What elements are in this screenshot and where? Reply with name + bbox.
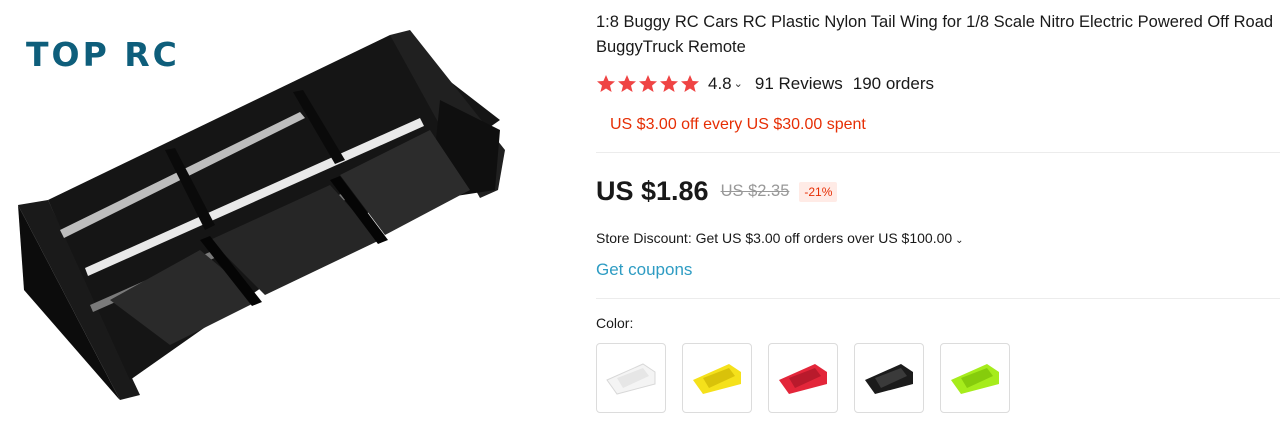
chevron-down-icon[interactable]: ⌄ [955,235,963,246]
wing-thumbnail-black [865,364,913,394]
rating-value[interactable]: 4.8 [708,74,732,94]
star-icon [660,75,678,92]
get-coupons-link[interactable]: Get coupons [596,260,692,280]
color-label: Color: [596,315,634,331]
wing-thumbnail-white [606,363,656,395]
star-icon [681,75,699,92]
rating-row: 4.8 ⌄ 91 Reviews 190 orders [596,72,934,96]
product-info-panel: 1:8 Buggy RC Cars RC Plastic Nylon Tail … [596,0,1280,427]
promo-text: US $3.00 off every US $30.00 spent [610,116,866,133]
wing-thumbnail-red [779,364,827,394]
star-icon [597,75,615,92]
color-swatch-black[interactable] [854,343,924,413]
color-swatch-green[interactable] [940,343,1010,413]
wing-thumbnail-yellow [693,364,741,394]
orders-count: 190 orders [852,74,935,93]
brand-logo: TOP RC [26,35,180,74]
current-price: US $1.86 [596,176,709,206]
wing-thumbnail-green [951,364,999,394]
discount-badge: -21% [799,181,838,202]
divider [596,152,1280,153]
color-swatch-white[interactable] [596,343,666,413]
star-icon [639,75,657,92]
store-discount-text: Store Discount: Get US $3.00 off orders … [596,230,953,246]
star-rating [596,74,700,94]
star-icon [618,75,636,92]
original-price: US $2.35 [720,182,790,200]
product-gallery: TOP RC [0,0,560,427]
store-discount[interactable]: Store Discount: Get US $3.00 off orders … [596,230,964,246]
price-row: US $1.86 US $2.35 -21% [596,176,838,207]
reviews-link[interactable]: 91 Reviews [755,74,843,94]
chevron-down-icon[interactable]: ⌄ [734,77,743,90]
color-swatch-red[interactable] [768,343,838,413]
color-swatch-yellow[interactable] [682,343,752,413]
product-title: 1:8 Buggy RC Cars RC Plastic Nylon Tail … [596,13,1274,56]
divider [596,298,1280,299]
color-swatches [596,343,1010,413]
